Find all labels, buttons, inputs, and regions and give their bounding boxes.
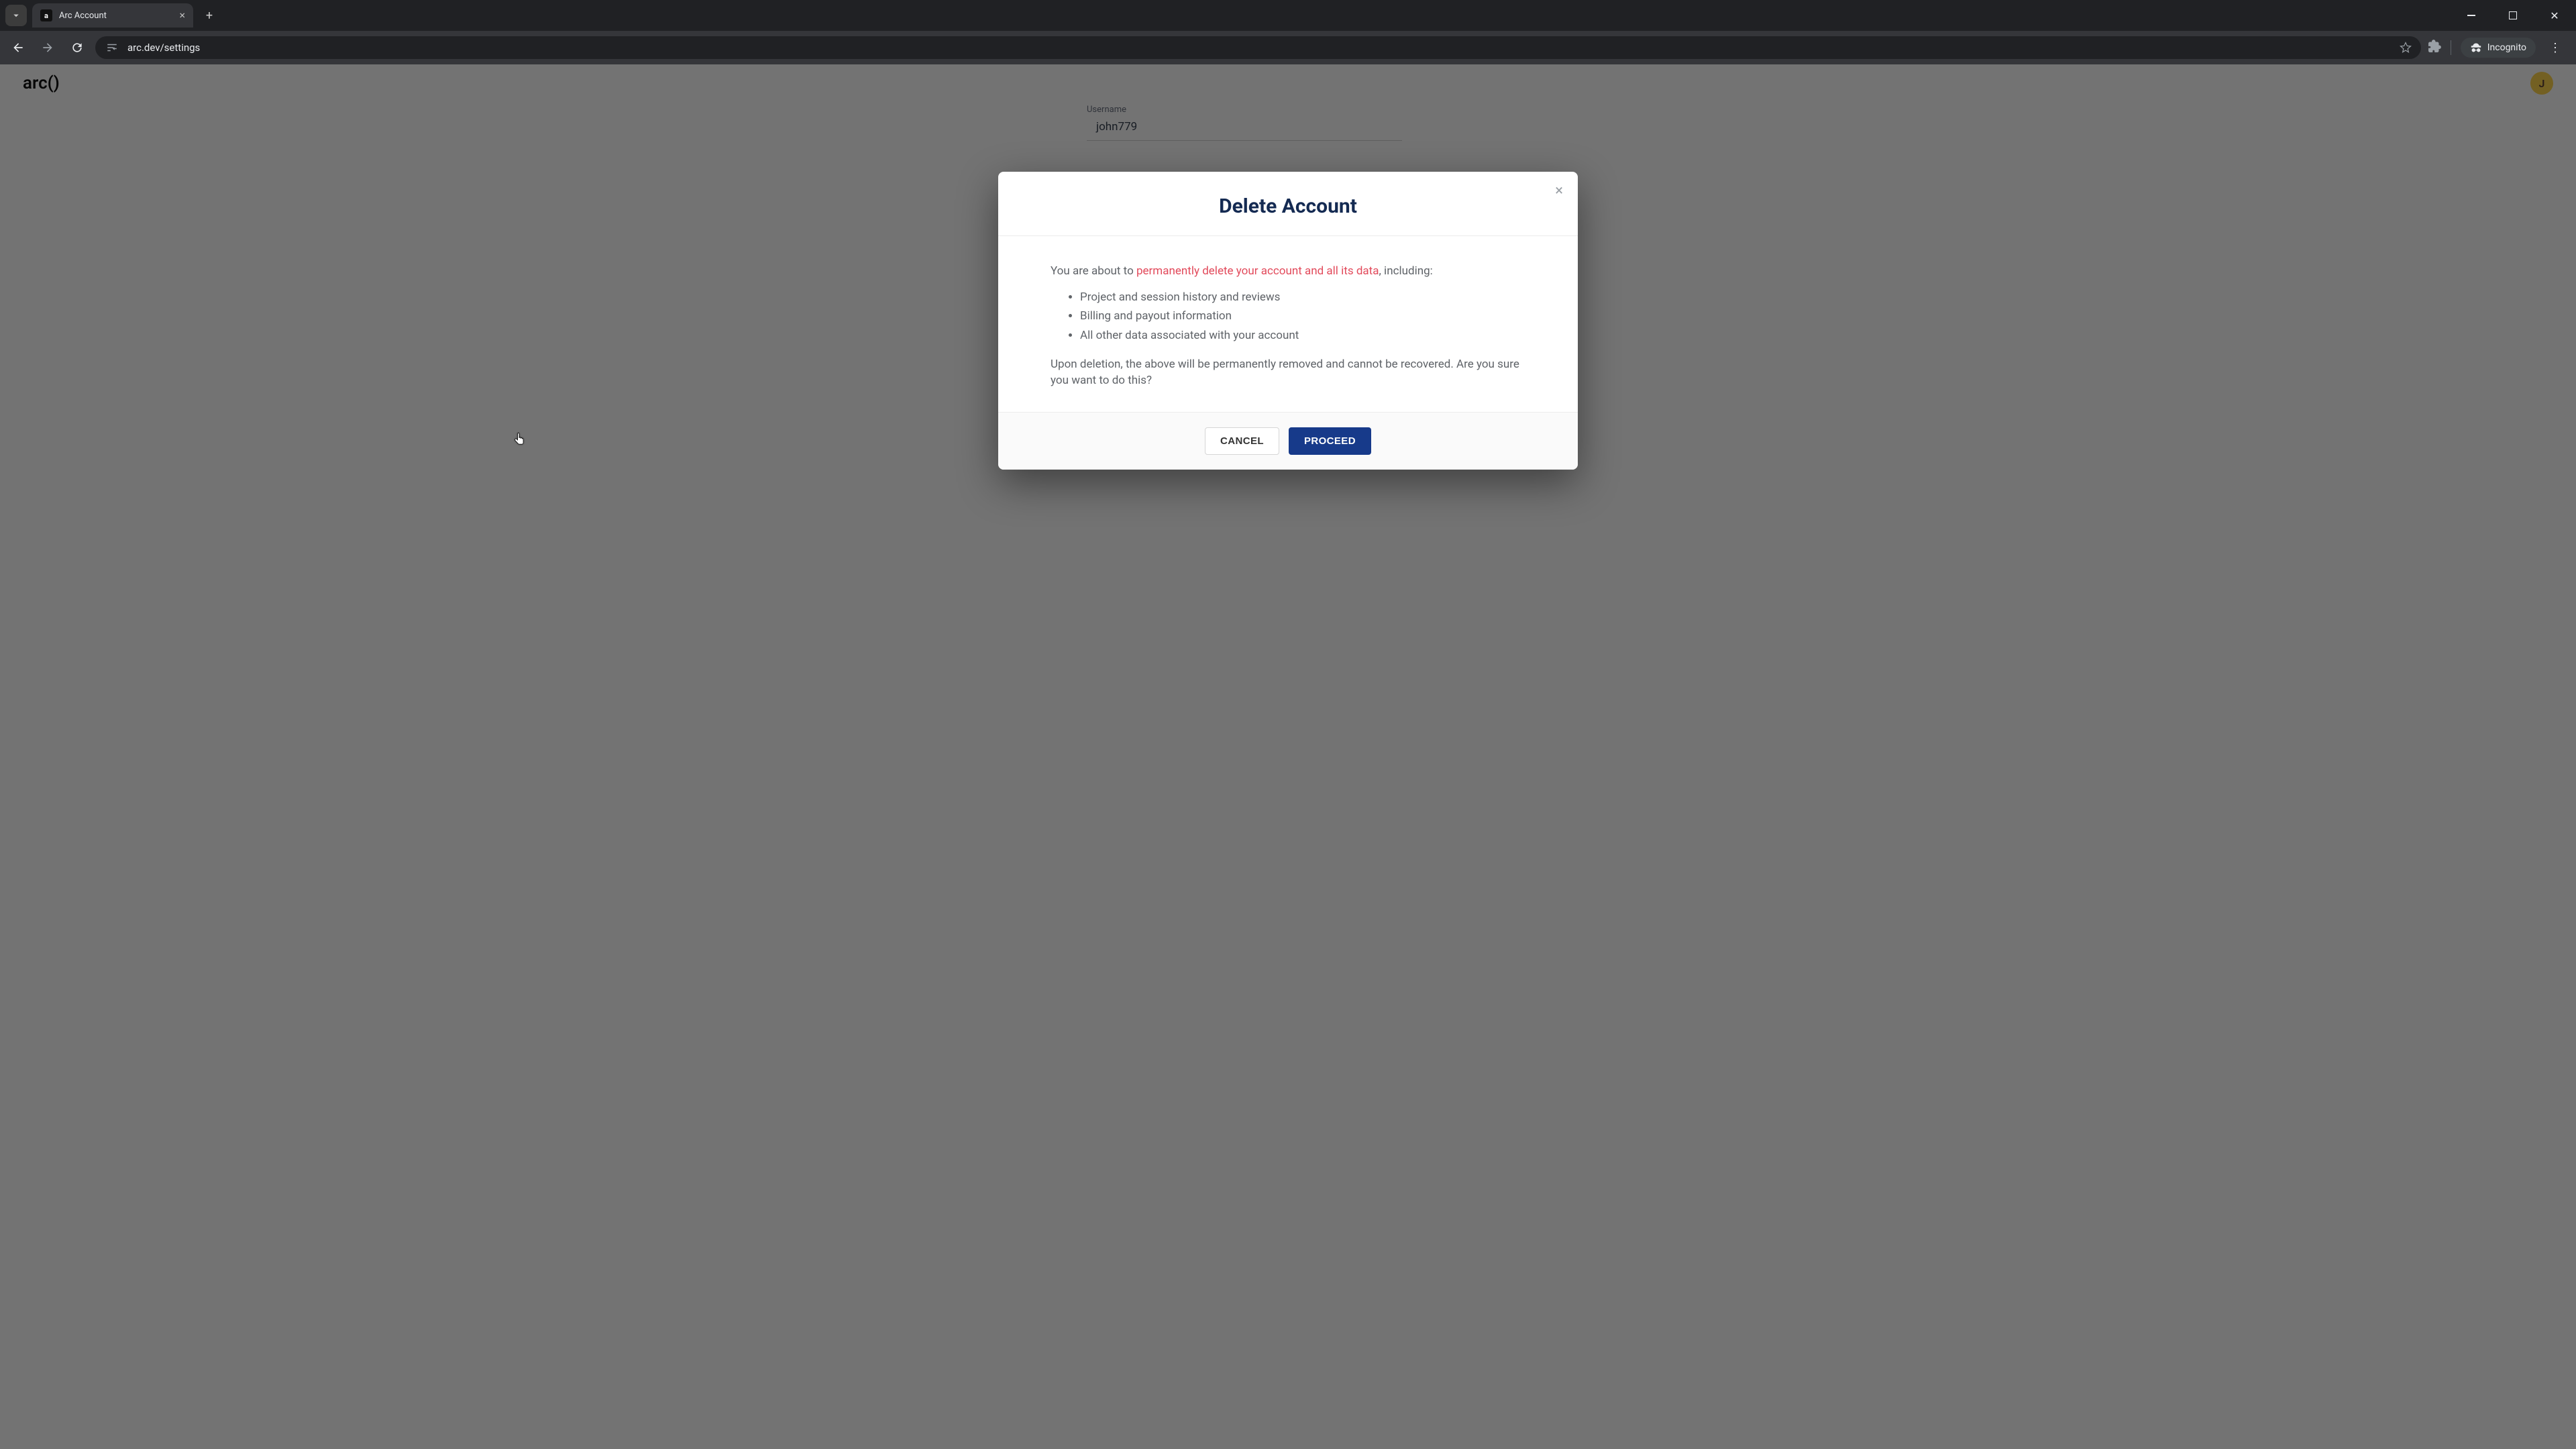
incognito-icon [2470, 42, 2482, 54]
window-controls: ✕ [2459, 3, 2571, 28]
modal-intro-before: You are about to [1051, 264, 1136, 278]
proceed-button[interactable]: PROCEED [1289, 427, 1371, 455]
browser-menu-button[interactable]: ⋮ [2545, 41, 2565, 55]
pointer-cursor-icon [514, 432, 526, 448]
browser-toolbar: arc.dev/settings Incognito ⋮ [0, 31, 2576, 64]
tune-icon [106, 42, 118, 54]
cancel-button[interactable]: CANCEL [1205, 427, 1279, 455]
window-maximize-button[interactable] [2501, 3, 2525, 28]
address-bar[interactable]: arc.dev/settings [95, 36, 2421, 59]
modal-footer: CANCEL PROCEED [998, 412, 1578, 470]
star-icon [2400, 42, 2412, 54]
mouse-cursor [514, 432, 526, 448]
toolbar-right: Incognito ⋮ [2428, 38, 2569, 58]
puzzle-icon [2428, 40, 2441, 53]
modal-intro-after: , including: [1379, 264, 1433, 278]
chevron-down-icon [10, 9, 22, 21]
modal-intro: You are about to permanently delete your… [1051, 263, 1525, 280]
modal-close-button[interactable]: × [1555, 184, 1563, 199]
modal-confirm-text: Upon deletion, the above will be permane… [1051, 356, 1525, 389]
titlebar-left: a Arc Account × + [5, 0, 219, 31]
url-text: arc.dev/settings [127, 42, 2392, 54]
nav-reload-button[interactable] [66, 36, 89, 59]
nav-back-button[interactable] [7, 36, 30, 59]
modal-header: Delete Account × [998, 172, 1578, 236]
tab-search-button[interactable] [5, 5, 27, 26]
delete-account-modal: Delete Account × You are about to perman… [998, 172, 1578, 470]
window-close-button[interactable]: ✕ [2542, 3, 2567, 28]
modal-bullet: Billing and payout information [1080, 308, 1525, 325]
modal-title: Delete Account [1012, 195, 1564, 218]
arrow-left-icon [11, 41, 25, 54]
window-minimize-button[interactable] [2459, 3, 2483, 28]
browser-titlebar: a Arc Account × + ✕ [0, 0, 2576, 31]
new-tab-button[interactable]: + [200, 6, 219, 25]
browser-tab[interactable]: a Arc Account × [32, 3, 193, 28]
modal-bullet: All other data associated with your acco… [1080, 327, 1525, 344]
modal-overlay[interactable]: Delete Account × You are about to perman… [0, 64, 2576, 1449]
modal-bullet: Project and session history and reviews [1080, 289, 1525, 306]
incognito-label: Incognito [2487, 42, 2526, 53]
close-icon: × [1555, 182, 1563, 199]
arrow-right-icon [41, 41, 54, 54]
tab-title: Arc Account [59, 11, 172, 21]
extensions-button[interactable] [2428, 40, 2441, 56]
site-info-button[interactable] [105, 40, 119, 55]
tab-close-button[interactable]: × [179, 10, 185, 21]
modal-intro-highlight: permanently delete your account and all … [1136, 264, 1379, 278]
modal-body: You are about to permanently delete your… [998, 236, 1578, 412]
page-viewport: arc() J Username john779 Delete Account … [0, 64, 2576, 1449]
bookmark-button[interactable] [2400, 42, 2412, 54]
modal-bullet-list: Project and session history and reviews … [1080, 289, 1525, 344]
reload-icon [70, 41, 84, 54]
tab-favicon: a [40, 9, 52, 21]
nav-forward-button[interactable] [36, 36, 59, 59]
incognito-indicator[interactable]: Incognito [2461, 38, 2536, 58]
